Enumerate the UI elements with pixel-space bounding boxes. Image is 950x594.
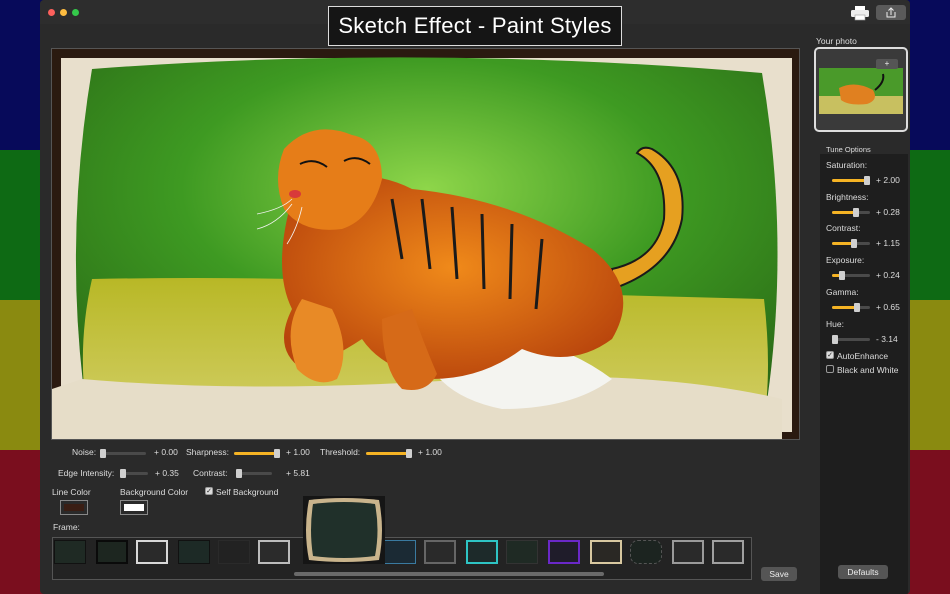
line-color-fill	[64, 504, 84, 511]
threshold-value: + 1.00	[418, 447, 442, 457]
frame-option-6[interactable]	[258, 540, 290, 564]
contrast-slider-knob[interactable]	[236, 469, 242, 478]
tune-slider-knob[interactable]	[838, 271, 845, 281]
line-color-swatch[interactable]	[60, 500, 88, 515]
add-photo-button[interactable]: +	[876, 59, 898, 69]
background-color-label: Background Color	[120, 487, 189, 497]
tune-slider-label: Brightness:	[826, 191, 869, 202]
tune-slider-knob[interactable]	[864, 176, 870, 185]
frame-option-3[interactable]	[136, 540, 168, 564]
printer-icon[interactable]	[850, 5, 870, 21]
tune-slider[interactable]	[832, 176, 870, 185]
frame-option-12[interactable]	[548, 540, 580, 564]
minimize-window-button[interactable]	[60, 9, 67, 16]
share-icon	[886, 7, 896, 18]
self-background-checkbox[interactable]: ✓	[205, 487, 213, 495]
threshold-label: Threshold:	[320, 447, 361, 457]
tune-slider-knob[interactable]	[853, 207, 860, 217]
tune-slider[interactable]	[832, 239, 870, 249]
tune-slider-label: Gamma:	[826, 286, 859, 297]
sharpness-value: + 1.00	[286, 447, 310, 457]
noise-slider[interactable]	[100, 449, 146, 458]
frame-option-4[interactable]	[178, 540, 210, 564]
share-button[interactable]	[876, 5, 906, 20]
tune-slider[interactable]	[832, 271, 870, 281]
tune-slider-label: Contrast:	[826, 223, 861, 234]
self-background-label: Self Background	[216, 487, 279, 497]
your-photo-card[interactable]: +	[814, 47, 908, 132]
black-and-white-label: Black and White	[837, 365, 899, 375]
frame-option-selected[interactable]	[303, 496, 385, 564]
background-color-swatch[interactable]	[120, 500, 148, 515]
noise-slider-knob[interactable]	[100, 449, 106, 458]
frame-option-11[interactable]	[506, 540, 538, 564]
tune-slider-knob[interactable]	[832, 334, 838, 344]
photo-thumbnail	[819, 68, 903, 114]
frame-option-13[interactable]	[590, 540, 622, 564]
edge-intensity-slider-knob[interactable]	[120, 469, 127, 478]
auto-enhance-checkbox[interactable]: ✓	[826, 351, 834, 359]
your-photo-label: Your photo	[816, 36, 857, 46]
sharpness-slider-knob[interactable]	[274, 449, 280, 458]
frame-option-1[interactable]	[54, 540, 86, 564]
line-color-label: Line Color	[52, 487, 91, 497]
photo-canvas[interactable]	[51, 48, 800, 440]
tune-slider-label: Hue:	[826, 318, 844, 329]
sharpness-label: Sharpness:	[186, 447, 229, 457]
threshold-slider[interactable]	[366, 449, 412, 458]
tune-slider-value: + 0.65	[876, 301, 900, 312]
save-button[interactable]: Save	[761, 567, 797, 581]
close-window-button[interactable]	[48, 9, 55, 16]
tune-slider-value: + 1.15	[876, 238, 900, 249]
tune-slider[interactable]	[832, 302, 870, 312]
contrast-slider[interactable]	[236, 469, 272, 478]
defaults-button[interactable]: Defaults	[838, 565, 888, 579]
tiger-photo	[52, 49, 799, 439]
frame-strip-scrollbar[interactable]	[294, 572, 604, 576]
frame-option-10[interactable]	[466, 540, 498, 564]
tune-slider-value: + 2.00	[876, 175, 900, 185]
frame-option-9[interactable]	[424, 540, 456, 564]
edge-intensity-slider[interactable]	[120, 469, 148, 478]
frame-option-15[interactable]	[672, 540, 704, 564]
tune-options-label: Tune Options	[826, 145, 871, 154]
tune-slider-value: + 0.28	[876, 206, 900, 217]
tune-slider-knob[interactable]	[853, 302, 860, 312]
frame-option-16[interactable]	[712, 540, 744, 564]
background-color-fill	[124, 504, 144, 511]
frame-label: Frame:	[53, 522, 80, 532]
edge-intensity-value: + 0.35	[155, 468, 179, 478]
tune-slider-label: Saturation:	[826, 160, 868, 170]
frame-option-8[interactable]	[384, 540, 416, 564]
page-title: Sketch Effect - Paint Styles	[328, 6, 622, 46]
tune-slider[interactable]	[832, 334, 870, 344]
edge-intensity-label: Edge Intensity:	[58, 468, 115, 478]
frame-option-14[interactable]	[630, 540, 662, 564]
tune-slider-value: - 3.14	[876, 333, 898, 344]
frame-option-5[interactable]	[218, 540, 250, 564]
auto-enhance-label: AutoEnhance	[837, 351, 889, 361]
app-window: Sketch Effect - Paint Styles Noise: + 0.…	[40, 0, 910, 594]
sharpness-slider[interactable]	[234, 449, 280, 458]
noise-label: Noise:	[72, 447, 97, 457]
contrast-value: + 5.81	[286, 468, 310, 478]
contrast-label: Contrast:	[193, 468, 228, 478]
tune-slider-knob[interactable]	[851, 239, 858, 249]
tune-slider-value: + 0.24	[876, 270, 900, 281]
tune-slider[interactable]	[832, 207, 870, 217]
threshold-slider-knob[interactable]	[406, 449, 412, 458]
tune-slider-label: Exposure:	[826, 255, 865, 266]
frame-option-2[interactable]	[96, 540, 128, 564]
noise-value: + 0.00	[154, 447, 178, 457]
zoom-window-button[interactable]	[72, 9, 79, 16]
black-and-white-checkbox[interactable]	[826, 365, 834, 373]
